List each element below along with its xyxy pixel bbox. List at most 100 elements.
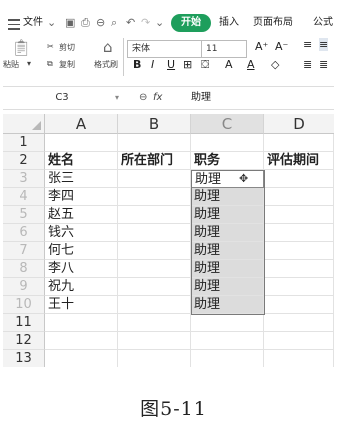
name-cell[interactable]: 李四 (45, 188, 118, 206)
export-icon[interactable]: ⊖ (96, 10, 105, 36)
row-header[interactable]: 6 (3, 224, 45, 242)
chevron-down-icon[interactable]: ⌄ (47, 10, 56, 36)
quick-access-dropdown-icon[interactable]: ⌄ (155, 10, 164, 36)
bold-button[interactable]: B (133, 58, 141, 71)
cell[interactable] (45, 350, 118, 367)
align-center-icon[interactable]: ≣ (319, 58, 328, 71)
cell[interactable] (264, 134, 334, 152)
fill-color-icon[interactable]: ⛋ (201, 58, 209, 72)
row-header[interactable]: 12 (3, 332, 45, 350)
column-header-d[interactable]: D (264, 114, 334, 134)
cell[interactable] (118, 332, 191, 350)
department-cell[interactable] (118, 224, 191, 242)
cell[interactable] (45, 332, 118, 350)
cut-icon[interactable]: ✂ (47, 42, 54, 51)
header-cell-position[interactable]: 职务 (191, 152, 264, 170)
paste-icon[interactable]: 📋︎ (11, 38, 31, 57)
tab-page-layout[interactable]: 页面布局 (253, 10, 293, 36)
cell[interactable] (191, 332, 264, 350)
row-header[interactable]: 11 (3, 314, 45, 332)
align-middle-icon[interactable]: ≡ (319, 38, 329, 51)
name-cell[interactable]: 钱六 (45, 224, 118, 242)
position-cell[interactable]: 助理 (191, 296, 264, 314)
position-cell[interactable]: 助理 (191, 206, 264, 224)
menu-icon[interactable] (8, 10, 20, 36)
name-box-dropdown-icon[interactable]: ▾ (115, 87, 119, 109)
decrease-font-icon[interactable]: A⁻ (275, 40, 288, 53)
row-header[interactable]: 7 (3, 242, 45, 260)
cell[interactable] (264, 332, 334, 350)
name-cell[interactable]: 何七 (45, 242, 118, 260)
select-all-button[interactable] (3, 114, 45, 134)
name-cell[interactable]: 李八 (45, 260, 118, 278)
row-header[interactable]: 3 (3, 170, 45, 188)
copy-icon[interactable]: ⧉ (47, 59, 53, 69)
cell[interactable] (264, 350, 334, 367)
cell[interactable] (191, 350, 264, 367)
column-header-b[interactable]: B (118, 114, 191, 134)
row-header[interactable]: 5 (3, 206, 45, 224)
font-name-select[interactable]: 宋体 (127, 40, 203, 58)
department-cell[interactable] (118, 242, 191, 260)
cell[interactable] (191, 134, 264, 152)
underline-button[interactable]: U (167, 58, 175, 71)
period-cell[interactable] (264, 278, 334, 296)
font-color-icon[interactable]: A (225, 58, 233, 71)
increase-font-icon[interactable]: A⁺ (255, 40, 268, 53)
name-cell[interactable]: 张三 (45, 170, 118, 188)
period-cell[interactable] (264, 170, 334, 188)
cell[interactable] (118, 350, 191, 367)
save-icon[interactable]: ▣ (65, 10, 75, 36)
format-painter-icon[interactable]: ⌂ (103, 38, 113, 56)
file-menu[interactable]: 文件 (23, 10, 43, 36)
row-header[interactable]: 10 (3, 296, 45, 314)
header-cell-department[interactable]: 所在部门 (118, 152, 191, 170)
row-header[interactable]: 1 (3, 134, 45, 152)
preview-icon[interactable]: ⌕ (111, 10, 117, 36)
department-cell[interactable] (118, 296, 191, 314)
align-top-icon[interactable]: ≡ (303, 38, 312, 51)
copy-button[interactable]: 复制 (59, 59, 75, 70)
cell[interactable] (45, 134, 118, 152)
cut-button[interactable]: 剪切 (59, 42, 75, 53)
column-header-a[interactable]: A (45, 114, 118, 134)
row-header[interactable]: 13 (3, 350, 45, 367)
row-header[interactable]: 9 (3, 278, 45, 296)
period-cell[interactable] (264, 242, 334, 260)
header-cell-evaluation-period[interactable]: 评估期间 (264, 152, 334, 170)
border-icon[interactable]: ⊞ (183, 58, 192, 71)
department-cell[interactable] (118, 260, 191, 278)
department-cell[interactable] (118, 206, 191, 224)
position-cell[interactable]: 助理 (191, 224, 264, 242)
position-cell[interactable]: 助理 (191, 242, 264, 260)
text-color-icon[interactable]: A (247, 58, 255, 71)
tab-home[interactable]: 开始 (171, 14, 211, 32)
tab-insert[interactable]: 插入 (219, 10, 239, 36)
redo-icon[interactable]: ↷ (141, 10, 150, 36)
department-cell[interactable] (118, 170, 191, 188)
name-cell[interactable]: 王十 (45, 296, 118, 314)
name-cell[interactable]: 赵五 (45, 206, 118, 224)
active-cell[interactable]: 助理 (191, 170, 264, 188)
italic-button[interactable]: I (151, 58, 154, 71)
position-cell[interactable]: 助理 (191, 260, 264, 278)
cell[interactable] (264, 314, 334, 332)
align-left-icon[interactable]: ≣ (303, 58, 312, 71)
header-cell-name[interactable]: 姓名 (45, 152, 118, 170)
row-header[interactable]: 2 (3, 152, 45, 170)
row-header[interactable]: 4 (3, 188, 45, 206)
name-box[interactable]: C3 (3, 87, 121, 109)
tab-formulas[interactable]: 公式 (313, 10, 333, 36)
period-cell[interactable] (264, 296, 334, 314)
period-cell[interactable] (264, 206, 334, 224)
position-cell[interactable]: 助理 (191, 188, 264, 206)
period-cell[interactable] (264, 260, 334, 278)
undo-icon[interactable]: ↶ (126, 10, 135, 36)
cell[interactable] (118, 134, 191, 152)
paste-button[interactable]: 粘贴 (3, 59, 19, 70)
period-cell[interactable] (264, 188, 334, 206)
paste-dropdown-icon[interactable]: ▾ (27, 59, 31, 68)
period-cell[interactable] (264, 224, 334, 242)
department-cell[interactable] (118, 188, 191, 206)
zoom-formula-icon[interactable]: ⊖ (139, 87, 147, 109)
